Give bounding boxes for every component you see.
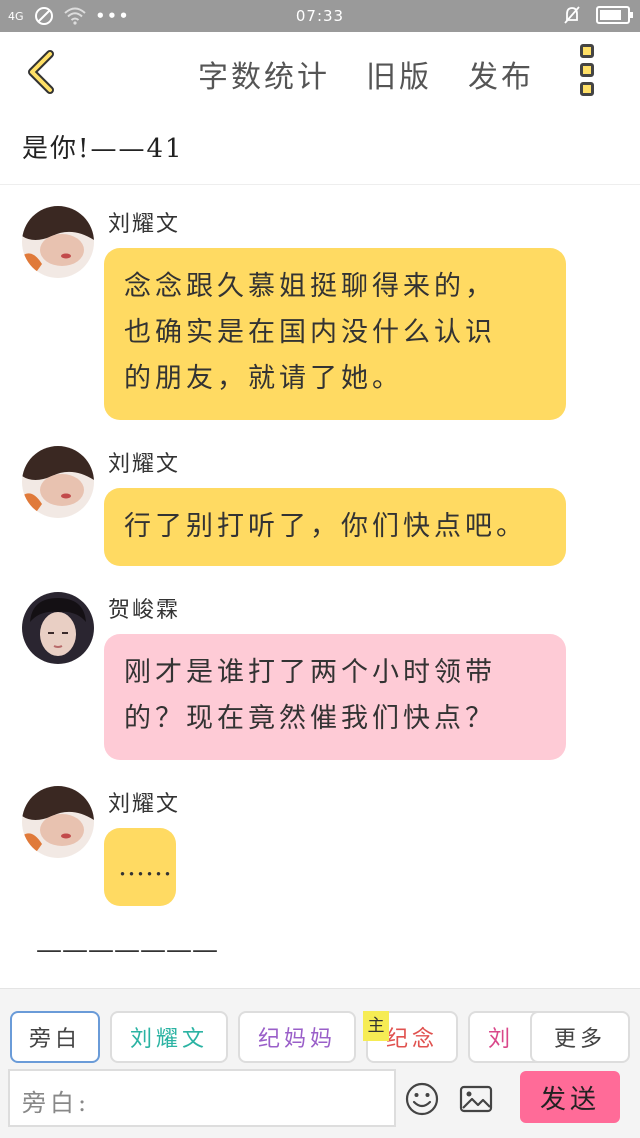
old-version-button[interactable]: 旧版 xyxy=(366,52,432,96)
avatar-liu-yaowen[interactable] xyxy=(22,446,94,518)
image-icon[interactable] xyxy=(458,1081,494,1117)
message-line: 行了别打听了，你们快点吧。 xyxy=(124,511,527,542)
avatar-liu-yaowen[interactable] xyxy=(22,206,94,278)
word-count-button[interactable]: 字数统计 xyxy=(198,52,330,96)
sender-name: 刘耀文 xyxy=(108,452,181,477)
status-bar: 4G ••• 07:33 xyxy=(0,0,640,32)
message-line: 念念跟久慕姐挺聊得来的， xyxy=(124,271,496,302)
editor-header: 字数统计 旧版 发布 xyxy=(0,32,640,110)
message-line: …… xyxy=(118,851,172,882)
message-bubble[interactable]: 念念跟久慕姐挺聊得来的， 也确实是在国内没什么认识 的朋友，就请了她。 xyxy=(104,248,566,420)
input-placeholder: 旁白: xyxy=(22,1089,91,1117)
role-label: 纪妈妈 xyxy=(257,1027,336,1052)
text-input[interactable]: 旁白: xyxy=(8,1069,396,1127)
emoji-icon[interactable] xyxy=(404,1081,440,1117)
clock: 07:33 xyxy=(295,7,345,25)
message-line: 也确实是在国内没什么认识 xyxy=(124,317,496,348)
role-chip-narration[interactable]: 旁白 xyxy=(10,1011,100,1063)
scene-break[interactable]: ——————— xyxy=(36,935,218,965)
divider xyxy=(0,184,640,185)
sender-name: 刘耀文 xyxy=(108,212,181,237)
message-line: 的？现在竟然催我们快点？ xyxy=(124,703,496,734)
avatar-liu-yaowen[interactable] xyxy=(22,786,94,858)
chapter-title[interactable]: 是你!——41 xyxy=(22,128,184,165)
mute-bell-icon xyxy=(564,6,580,24)
role-label: 旁白 xyxy=(28,1027,81,1052)
more-label: 更多 xyxy=(553,1027,606,1052)
role-chip-ji-mama[interactable]: 纪妈妈 xyxy=(238,1011,356,1063)
message-bubble[interactable]: 行了别打听了，你们快点吧。 xyxy=(104,488,566,566)
message-line: 刚才是谁打了两个小时领带 xyxy=(124,657,496,688)
main-role-badge: 主 xyxy=(363,1011,389,1041)
message-line: 的朋友，就请了她。 xyxy=(124,363,403,394)
avatar-he-junlin[interactable] xyxy=(22,592,94,664)
menu-dots-icon[interactable] xyxy=(580,44,598,96)
sender-name: 刘耀文 xyxy=(108,792,181,817)
send-label: 发送 xyxy=(539,1084,600,1115)
composer: 旁白 刘耀文 纪妈妈 主 纪念 刘 更多 旁白: 发送 xyxy=(0,988,640,1138)
battery-icon xyxy=(596,6,633,24)
role-chip-liu-yaowen[interactable]: 刘耀文 xyxy=(110,1011,228,1063)
send-button[interactable]: 发送 xyxy=(520,1071,620,1123)
publish-button[interactable]: 发布 xyxy=(468,52,534,96)
role-label: 刘 xyxy=(488,1027,515,1052)
sender-name: 贺峻霖 xyxy=(108,598,181,623)
status-right xyxy=(562,5,633,25)
message-bubble[interactable]: …… xyxy=(104,828,176,906)
role-label: 纪念 xyxy=(385,1027,438,1052)
message-bubble[interactable]: 刚才是谁打了两个小时领带 的？现在竟然催我们快点？ xyxy=(104,634,566,760)
role-label: 刘耀文 xyxy=(129,1027,208,1052)
more-roles-button[interactable]: 更多 xyxy=(530,1011,630,1063)
back-arrow-icon[interactable] xyxy=(22,50,62,94)
